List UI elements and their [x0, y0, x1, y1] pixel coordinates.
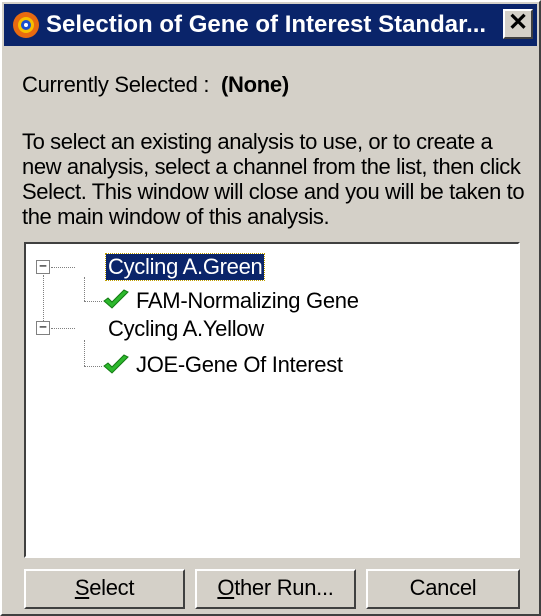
collapse-icon[interactable]: −	[36, 260, 50, 274]
close-icon: ✕	[507, 9, 529, 36]
other-run-label: ther Run...	[234, 575, 334, 600]
tree-node-cycling-yellow[interactable]: Cycling A.Yellow	[106, 316, 266, 342]
checkmark-icon	[103, 354, 129, 374]
tree-node-joe-gene-of-interest[interactable]: JOE-Gene Of Interest	[134, 352, 345, 378]
title-bar[interactable]: Selection of Gene of Interest Standar...…	[4, 4, 537, 46]
cancel-button[interactable]: Cancel	[366, 569, 520, 609]
dialog-window: Selection of Gene of Interest Standar...…	[0, 0, 541, 616]
checkmark-icon	[103, 289, 129, 309]
select-button[interactable]: Select	[24, 569, 185, 609]
tree-connector	[84, 366, 102, 367]
tree-connector	[84, 301, 102, 302]
tree-connector	[84, 277, 85, 301]
select-mnemonic: S	[74, 575, 90, 600]
current-selection: Currently Selected : (None)	[22, 72, 289, 98]
tree-connector	[51, 267, 75, 268]
tree-connector	[43, 275, 44, 321]
collapse-icon[interactable]: −	[36, 321, 50, 335]
app-logo-icon	[13, 12, 39, 38]
cancel-label: Cancel	[409, 575, 477, 600]
close-button[interactable]: ✕	[503, 9, 533, 39]
tree-node-cycling-green[interactable]: Cycling A.Green	[104, 253, 266, 281]
current-selection-label: Currently Selected :	[22, 72, 210, 97]
channel-tree[interactable]: − Cycling A.Green FAM-Normalizing Gene −…	[24, 242, 520, 558]
other-run-button[interactable]: Other Run...	[195, 569, 356, 609]
tree-connector	[51, 328, 75, 329]
current-selection-value: (None)	[221, 72, 289, 97]
select-label: elect	[89, 575, 135, 600]
other-run-mnemonic: O	[217, 575, 235, 600]
tree-connector	[84, 340, 85, 366]
window-title: Selection of Gene of Interest Standar...	[46, 11, 487, 38]
tree-node-fam-normalizing-gene[interactable]: FAM-Normalizing Gene	[134, 288, 361, 314]
instructions-text: To select an existing analysis to use, o…	[22, 129, 525, 229]
